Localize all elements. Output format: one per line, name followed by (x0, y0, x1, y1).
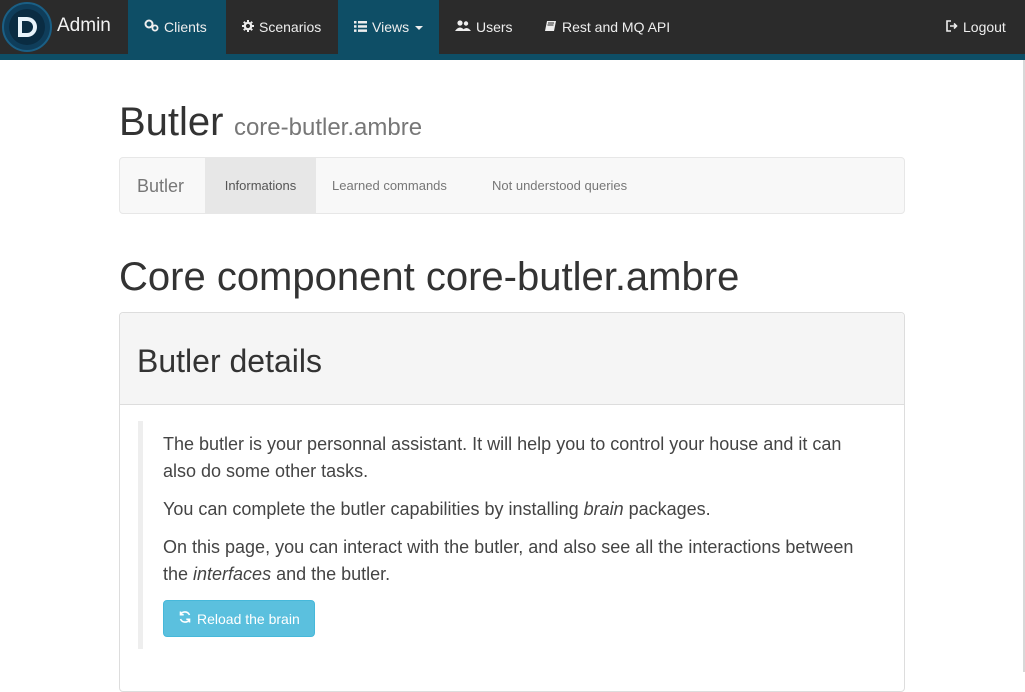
para2-emphasis: brain (583, 499, 624, 519)
book-icon (545, 20, 557, 35)
nav-users-label: Users (476, 19, 513, 35)
nav-users[interactable]: Users (439, 0, 529, 54)
tab-not-understood-queries[interactable]: Not understood queries (476, 158, 643, 213)
panel-title: Butler details (137, 343, 322, 379)
tab-informations-label: Informations (224, 178, 297, 193)
description-paragraph-2: You can complete the butler capabilities… (163, 496, 873, 523)
brand[interactable]: Admin (0, 0, 128, 54)
brand-title: Admin (57, 15, 111, 36)
refresh-icon (178, 610, 192, 628)
users-cog-icon (144, 19, 159, 35)
butler-subnav: Butler Informations Learned commands Not… (119, 157, 905, 214)
subnav-brand[interactable]: Butler (137, 176, 184, 197)
nav-clients-label: Clients (164, 19, 207, 35)
reload-brain-button[interactable]: Reload the brain (163, 600, 315, 637)
chevron-down-icon (415, 26, 424, 30)
logout-icon (946, 19, 958, 35)
logout-label: Logout (963, 19, 1006, 35)
description-blockquote: The butler is your personnal assistant. … (138, 421, 888, 649)
tab-not-understood-queries-label: Not understood queries (492, 178, 628, 193)
para2-text-before: You can complete the butler capabilities… (163, 499, 584, 519)
top-navbar: Admin Clients Scenarios Views Users Rest… (0, 0, 1025, 60)
page-subtitle: core-butler.ambre (233, 114, 423, 141)
para3-text-after: and the butler. (271, 564, 391, 584)
domogik-logo-icon (2, 2, 52, 52)
butler-details-panel: Butler details The butler is your person… (119, 312, 905, 692)
nav-scenarios[interactable]: Scenarios (226, 0, 338, 54)
panel-heading: Butler details (120, 313, 904, 405)
nav-clients[interactable]: Clients (128, 0, 226, 54)
nav-views-dropdown[interactable]: Views (338, 0, 439, 54)
description-paragraph-3: On this page, you can interact with the … (163, 534, 873, 588)
tab-learned-commands-label: Learned commands (332, 178, 447, 193)
gear-icon (242, 19, 254, 35)
description-paragraph-1: The butler is your personnal assistant. … (163, 434, 842, 481)
section-title: Core component core-butler.ambre (119, 255, 740, 299)
nav-rest-mq-api-label: Rest and MQ API (562, 19, 671, 35)
logout-link[interactable]: Logout (930, 0, 1025, 54)
page-title: Butler (119, 100, 224, 144)
nav-scenarios-label: Scenarios (259, 19, 322, 35)
reload-brain-label: Reload the brain (197, 610, 300, 627)
nav-rest-mq-api[interactable]: Rest and MQ API (529, 0, 687, 54)
para3-emphasis: interfaces (193, 564, 272, 584)
tab-informations[interactable]: Informations (205, 158, 316, 213)
tab-learned-commands[interactable]: Learned commands (316, 158, 463, 213)
para2-text-after: packages. (623, 499, 711, 519)
users-icon (455, 19, 471, 35)
page-header: Butler core-butler.ambre (119, 100, 422, 145)
list-icon (354, 20, 367, 35)
nav-views-label: Views (372, 19, 410, 35)
